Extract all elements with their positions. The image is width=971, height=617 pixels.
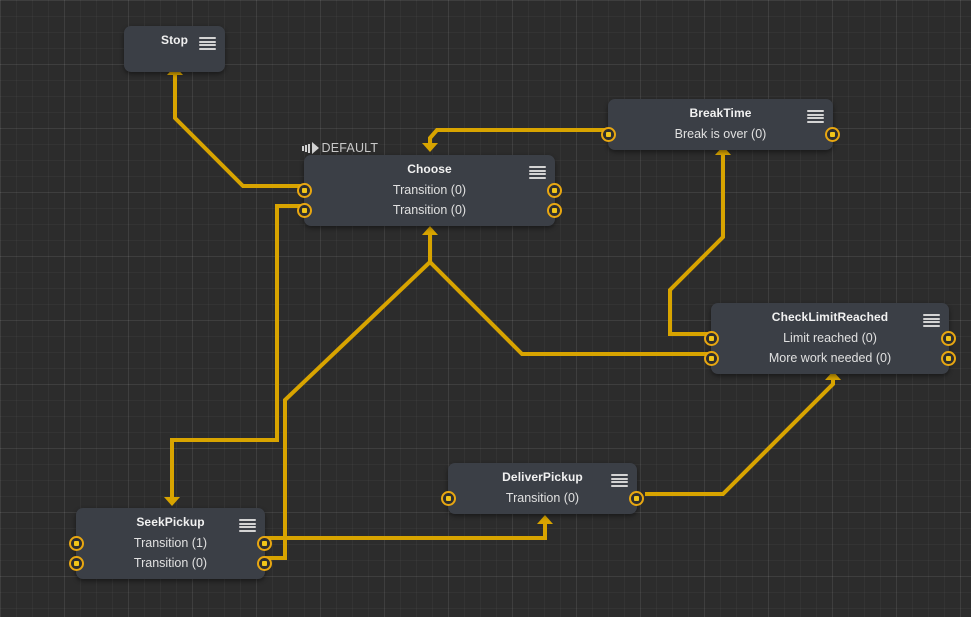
hamburger-menu-icon[interactable] [923, 314, 940, 327]
input-port-icon[interactable] [297, 182, 312, 198]
port-label: Break is over (0) [674, 127, 767, 141]
port-row: Transition (0) [69, 553, 272, 573]
input-port-icon[interactable] [601, 126, 616, 142]
node-breaktime[interactable]: BreakTime Break is over (0) [601, 99, 840, 150]
edge-edge-deliverpickup-to-checklimit[interactable] [645, 377, 835, 496]
node-seekpickup[interactable]: SeekPickup Transition (1) Transition (0) [69, 508, 272, 579]
edge-arrowhead-icon [164, 497, 180, 506]
edge-arrowhead-icon [422, 143, 438, 152]
port-label: Transition (1) [133, 536, 208, 550]
input-port-icon[interactable] [441, 490, 456, 506]
node-checklimitreached[interactable]: CheckLimitReached Limit reached (0) More w… [704, 303, 956, 374]
edge-arrowhead-icon [422, 226, 438, 235]
port-row: Transition (0) [297, 200, 562, 220]
port-label: Transition (0) [505, 491, 580, 505]
input-port-icon[interactable] [69, 555, 84, 571]
edge-edge-choose-in-left-to-stop[interactable] [173, 74, 304, 188]
port-label: Limit reached (0) [783, 331, 877, 345]
hamburger-menu-icon[interactable] [199, 37, 216, 50]
node-title: SeekPickup [136, 515, 205, 529]
edge-edge-choose-in-left-2-to-seekpickup[interactable] [170, 204, 304, 500]
port-row: More work needed (0) [704, 348, 956, 368]
node-choose[interactable]: Choose Transition (0) Transition (0) [297, 155, 562, 226]
port-label: Transition (0) [392, 183, 467, 197]
default-entry-label: DEFAULT [321, 141, 379, 155]
port-row: Limit reached (0) [704, 328, 956, 348]
edge-edge-seekpickup-to-choose-default[interactable] [265, 260, 432, 560]
play-start-icon [302, 143, 310, 153]
port-row: Break is over (0) [601, 124, 840, 144]
port-row: Transition (0) [297, 180, 562, 200]
hamburger-menu-icon[interactable] [529, 166, 546, 179]
node-title: BreakTime [689, 106, 752, 120]
port-label: Transition (0) [133, 556, 208, 570]
input-port-icon[interactable] [704, 350, 719, 366]
default-entry-badge: DEFAULT [302, 141, 378, 155]
play-start-arrow-icon [311, 142, 319, 154]
port-label: Transition (0) [392, 203, 467, 217]
input-port-icon[interactable] [704, 330, 719, 346]
hamburger-menu-icon[interactable] [611, 474, 628, 487]
hamburger-menu-icon[interactable] [239, 519, 256, 532]
edge-arrowhead-icon [537, 515, 553, 524]
edge-edge-seekpickup-to-deliverpickup[interactable] [265, 521, 547, 540]
output-port-icon[interactable] [547, 202, 562, 218]
output-port-icon[interactable] [257, 535, 272, 551]
output-port-icon[interactable] [629, 490, 644, 506]
graph-canvas[interactable]: Stop Choose Transition (0) Transition (0) Br… [0, 0, 971, 617]
port-label: More work needed (0) [768, 351, 892, 365]
output-port-icon[interactable] [257, 555, 272, 571]
node-title: DeliverPickup [502, 470, 583, 484]
node-deliverpickup[interactable]: DeliverPickup Transition (0) [441, 463, 644, 514]
input-port-icon[interactable] [297, 202, 312, 218]
output-port-icon[interactable] [941, 330, 956, 346]
input-port-icon[interactable] [69, 535, 84, 551]
output-port-icon[interactable] [941, 350, 956, 366]
hamburger-menu-icon[interactable] [807, 110, 824, 123]
output-port-icon[interactable] [547, 182, 562, 198]
port-row: Transition (1) [69, 533, 272, 553]
edge-edge-breaktime-to-choose[interactable] [428, 128, 608, 146]
output-port-icon[interactable] [825, 126, 840, 142]
edge-edge-checklimit-to-choose[interactable] [428, 232, 711, 356]
port-row: Transition (0) [441, 488, 644, 508]
node-stop[interactable]: Stop [124, 26, 225, 72]
node-title: Choose [407, 162, 452, 176]
node-title: CheckLimitReached [771, 310, 889, 324]
